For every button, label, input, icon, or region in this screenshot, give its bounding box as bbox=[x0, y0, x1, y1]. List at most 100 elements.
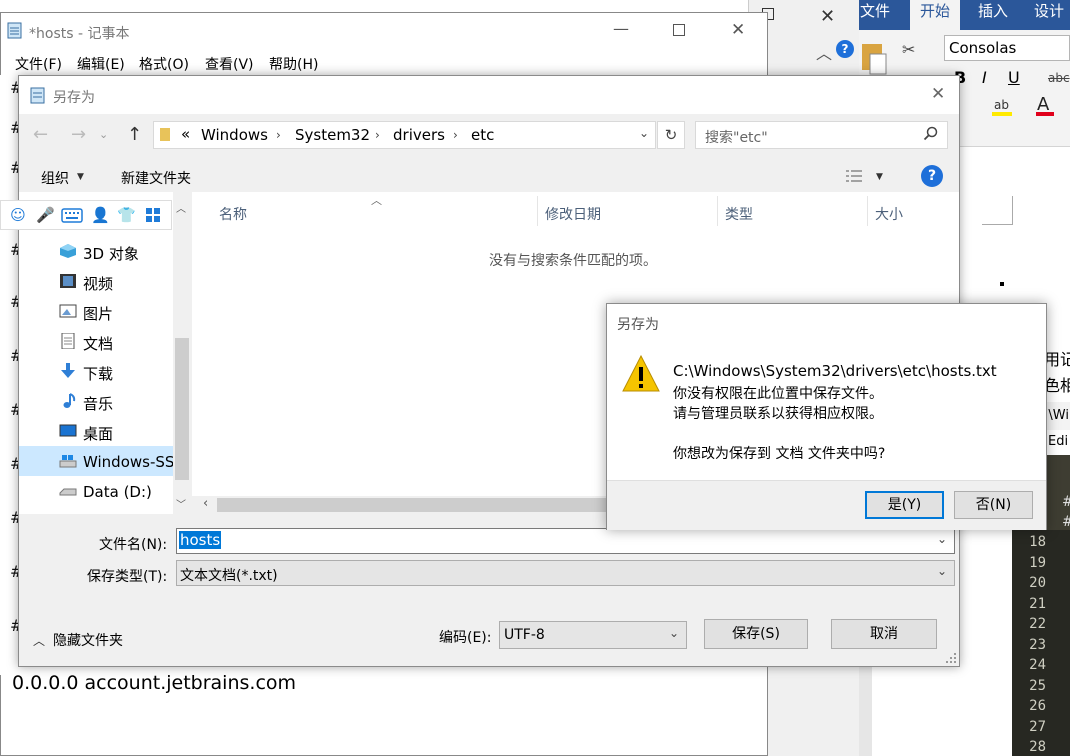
paste-icon[interactable] bbox=[858, 38, 890, 78]
minimize-icon[interactable]: — bbox=[613, 19, 629, 38]
close-icon[interactable]: ✕ bbox=[820, 6, 835, 27]
desktop-icon bbox=[59, 423, 77, 439]
font-color-icon[interactable]: A bbox=[1034, 94, 1060, 118]
msgbox-question: 你想改为保存到 文档 文件夹中吗? bbox=[673, 446, 886, 462]
organize-button[interactable]: 组织 bbox=[41, 168, 69, 188]
word-tab-file[interactable]: 文件 bbox=[860, 0, 890, 30]
filename-input[interactable] bbox=[176, 528, 955, 554]
nav-item-3d-objects[interactable]: 3D 对象 bbox=[83, 243, 139, 264]
close-icon[interactable]: ✕ bbox=[731, 20, 745, 40]
encoding-dropdown-icon[interactable]: ⌄ bbox=[669, 626, 679, 640]
microphone-icon[interactable]: 🎤 bbox=[36, 206, 55, 224]
scroll-down-icon[interactable]: ﹀ bbox=[176, 496, 186, 511]
nav-item-pictures[interactable]: 图片 bbox=[83, 303, 113, 324]
cut-icon[interactable]: ✂ bbox=[902, 40, 920, 59]
maximize-icon[interactable] bbox=[673, 24, 685, 36]
column-name[interactable]: 名称 bbox=[219, 204, 247, 224]
nav-item-music[interactable]: 音乐 bbox=[83, 393, 113, 414]
permission-error-dialog: 另存为 C:\Windows\System32\drivers\etc\host… bbox=[606, 303, 1047, 530]
breadcrumb-etc[interactable]: etc bbox=[471, 126, 494, 144]
skin-icon[interactable]: 👕 bbox=[117, 206, 136, 224]
sort-indicator-icon: ︿ bbox=[371, 194, 382, 207]
nav-item-downloads[interactable]: 下载 bbox=[83, 363, 113, 384]
search-icon[interactable] bbox=[923, 126, 939, 142]
help-icon[interactable]: ? bbox=[836, 40, 854, 58]
word-tab-home[interactable]: 开始 bbox=[910, 0, 960, 30]
caret-down-icon[interactable]: ▼ bbox=[876, 172, 883, 182]
line-number: 28 bbox=[1029, 739, 1046, 755]
filetype-select[interactable] bbox=[176, 560, 955, 586]
nav-item-documents[interactable]: 文档 bbox=[83, 333, 113, 354]
column-date-modified[interactable]: 修改日期 bbox=[545, 204, 601, 224]
menu-format[interactable]: 格式(O) bbox=[139, 54, 189, 74]
folder-icon bbox=[159, 126, 173, 142]
new-folder-button[interactable]: 新建文件夹 bbox=[121, 168, 191, 188]
recent-chevron-icon[interactable]: ⌄ bbox=[99, 128, 108, 141]
notepad-icon bbox=[29, 86, 47, 104]
emoji-icon[interactable]: ☺ bbox=[9, 206, 27, 224]
scroll-up-icon[interactable]: ︿ bbox=[176, 200, 186, 215]
help-icon[interactable]: ? bbox=[921, 165, 943, 187]
view-options-icon[interactable] bbox=[845, 168, 863, 184]
filename-value[interactable]: hosts bbox=[179, 531, 222, 549]
column-type[interactable]: 类型 bbox=[725, 204, 753, 224]
yes-button[interactable]: 是(Y) bbox=[865, 491, 944, 519]
editor-hash-1: # bbox=[1062, 494, 1070, 510]
up-arrow-icon[interactable]: ↑ bbox=[127, 124, 142, 145]
menu-view[interactable]: 查看(V) bbox=[205, 54, 254, 74]
chevron-up-icon[interactable]: ︿ bbox=[33, 632, 45, 649]
nav-item-videos[interactable]: 视频 bbox=[83, 273, 113, 294]
notepad-content-line[interactable]: 0.0.0.0 account.jetbrains.com bbox=[12, 672, 296, 694]
svg-text:#: # bbox=[10, 454, 18, 473]
keyboard-icon[interactable] bbox=[61, 208, 83, 223]
filetype-dropdown-icon[interactable]: ⌄ bbox=[937, 564, 947, 578]
breadcrumb-windows[interactable]: Windows bbox=[201, 126, 268, 144]
hide-folders-button[interactable]: 隐藏文件夹 bbox=[53, 630, 123, 650]
empty-list-message: 没有与搜索条件匹配的项。 bbox=[489, 253, 657, 269]
chevron-up-icon[interactable]: ︿ bbox=[816, 40, 832, 64]
chevron-right-icon[interactable]: › bbox=[276, 128, 281, 142]
search-placeholder: 搜索"etc" bbox=[705, 130, 768, 146]
menu-edit[interactable]: 编辑(E) bbox=[77, 54, 125, 74]
close-icon[interactable]: ✕ bbox=[931, 84, 945, 104]
list-scroll-thumb[interactable] bbox=[217, 498, 622, 512]
nav-item-data-drive[interactable]: Data (D:) bbox=[83, 483, 152, 501]
menu-file[interactable]: 文件(F) bbox=[15, 54, 62, 74]
chevron-right-icon[interactable]: › bbox=[375, 128, 380, 142]
word-fragment-3: :\Wi bbox=[1044, 408, 1069, 423]
address-dropdown-icon[interactable]: ⌄ bbox=[639, 126, 649, 140]
cancel-button[interactable]: 取消 bbox=[831, 619, 937, 649]
underline-button[interactable]: U bbox=[1008, 68, 1020, 87]
italic-button[interactable]: I bbox=[982, 68, 987, 87]
breadcrumb-overflow[interactable]: « bbox=[181, 125, 190, 143]
documents-icon bbox=[59, 332, 77, 350]
user-icon[interactable]: 👤 bbox=[91, 206, 110, 224]
svg-text:#: # bbox=[10, 400, 18, 419]
nav-item-desktop[interactable]: 桌面 bbox=[83, 423, 113, 444]
save-button[interactable]: 保存(S) bbox=[704, 619, 808, 649]
word-tab-design[interactable]: 设计 bbox=[1034, 0, 1064, 30]
forward-arrow-icon[interactable]: → bbox=[71, 124, 86, 145]
line-number: 20 bbox=[1029, 575, 1046, 591]
no-button[interactable]: 否(N) bbox=[954, 491, 1033, 519]
column-size[interactable]: 大小 bbox=[875, 204, 903, 224]
refresh-icon[interactable]: ↻ bbox=[657, 121, 685, 149]
font-name-box[interactable]: Consolas bbox=[944, 35, 1070, 61]
filename-dropdown-icon[interactable]: ⌄ bbox=[937, 532, 947, 546]
line-number: 26 bbox=[1029, 698, 1046, 714]
nav-scroll-thumb[interactable] bbox=[175, 338, 189, 480]
svg-text:#: # bbox=[10, 240, 18, 259]
toolbox-icon[interactable] bbox=[145, 207, 161, 223]
highlight-color-icon[interactable]: ab bbox=[990, 96, 1016, 118]
back-arrow-icon[interactable]: ← bbox=[33, 124, 48, 145]
resize-grip-icon[interactable] bbox=[945, 652, 957, 664]
word-tab-insert[interactable]: 插入 bbox=[978, 0, 1008, 30]
breadcrumb-drivers[interactable]: drivers bbox=[393, 126, 445, 144]
scroll-left-icon[interactable]: ‹ bbox=[203, 496, 208, 511]
svg-text:#: # bbox=[10, 118, 18, 137]
nav-item-windows-drive[interactable]: Windows-SS bbox=[83, 453, 173, 471]
chevron-right-icon[interactable]: › bbox=[453, 128, 458, 142]
breadcrumb-system32[interactable]: System32 bbox=[295, 126, 370, 144]
strikethrough-button[interactable]: abc bbox=[1048, 71, 1070, 85]
menu-help[interactable]: 帮助(H) bbox=[269, 54, 318, 74]
